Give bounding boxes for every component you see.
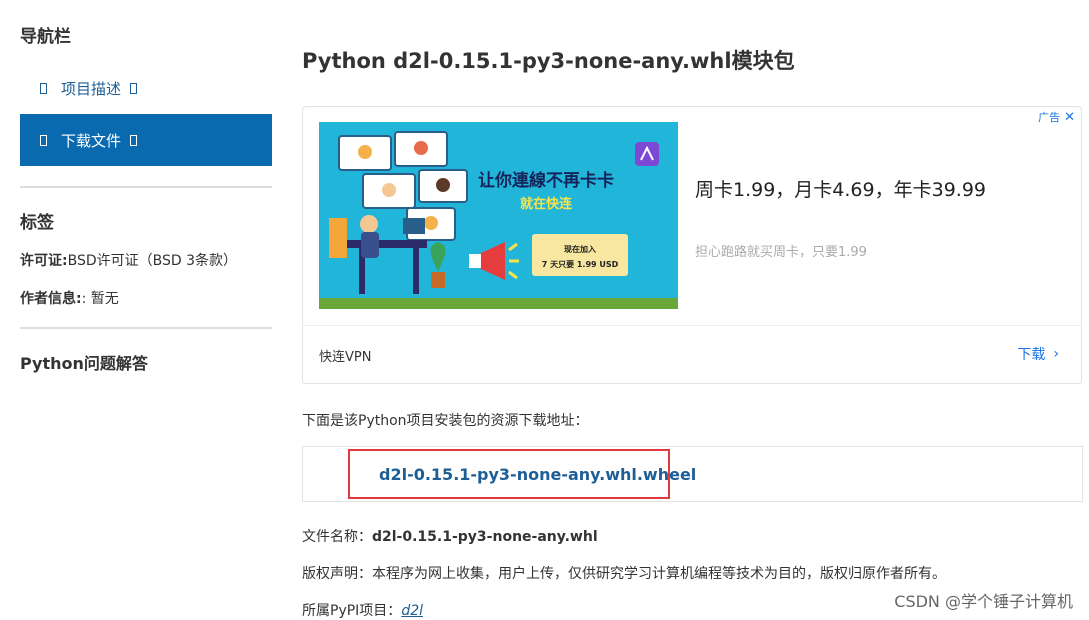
ad-promo-line1: 现在加入 — [564, 244, 596, 254]
sidebar-item-label: 项目描述 — [61, 79, 122, 98]
license-tag: 许可证:BSD许可证（BSD 3条款） — [20, 250, 237, 270]
pypi-row: 所属PyPI项目：d2l — [302, 600, 423, 620]
license-value: BSD许可证（BSD 3条款） — [67, 253, 238, 269]
ad-headline[interactable]: 周卡1.99，月卡4.69，年卡39.99 — [695, 175, 986, 202]
ad-image[interactable]: 让你連線不再卡卡 就在快连 现在加入 7 天只要 1.99 USD — [319, 122, 678, 309]
file-name-row: 文件名称：d2l-0.15.1-py3-none-any.whl — [302, 526, 598, 546]
ad-badge[interactable]: 广告 ✕ — [1038, 109, 1075, 125]
app-logo-icon — [635, 142, 659, 166]
file-name-value: d2l-0.15.1-py3-none-any.whl — [372, 529, 598, 545]
arrow-icon — [130, 134, 138, 146]
sidebar: 导航栏 项目描述 下载文件 标签 许可证:BSD许可证（BSD 3条款） 作者信… — [0, 0, 290, 620]
download-icon — [40, 134, 47, 146]
divider — [303, 325, 1081, 326]
copyright-row: 版权声明：本程序为网上收集，用户上传，仅供研究学习计算机编程等技术为目的，版权归… — [302, 563, 946, 583]
sidebar-item-label: 下载文件 — [61, 131, 122, 150]
ad-promo-line2: 7 天只要 1.99 USD — [542, 260, 619, 269]
ad-download-button[interactable]: 下载 › — [1017, 344, 1059, 364]
file-name-label: 文件名称： — [302, 529, 372, 545]
ad-illustration: 让你連線不再卡卡 就在快连 现在加入 7 天只要 1.99 USD — [319, 122, 678, 309]
watermark: CSDN @学个锤子计算机 — [894, 592, 1073, 611]
author-value: : 暂无 — [81, 291, 119, 307]
author-key: 作者信息: — [20, 291, 82, 307]
license-key: 许可证: — [20, 253, 68, 269]
ad-image-subtitle: 就在快连 — [520, 196, 573, 212]
page-title: Python d2l-0.15.1-py3-none-any.whl模块包 — [302, 49, 795, 73]
divider — [20, 327, 272, 329]
author-tag: 作者信息:: 暂无 — [20, 288, 119, 308]
divider — [20, 186, 272, 188]
download-intro: 下面是该Python项目安装包的资源下载地址： — [302, 413, 589, 429]
ad-download-label: 下载 — [1017, 347, 1046, 363]
download-card: d2l-0.15.1-py3-none-any.whl.wheel — [302, 446, 1083, 502]
python-qa-link[interactable]: Python问题解答 — [20, 350, 148, 374]
arrow-icon — [130, 82, 138, 94]
doc-icon — [40, 82, 47, 94]
ad-image-title: 让你連線不再卡卡 — [478, 170, 614, 191]
sidebar-title: 导航栏 — [20, 27, 71, 47]
close-icon[interactable]: ✕ — [1064, 110, 1075, 125]
ad-brand: 快连VPN — [319, 350, 372, 365]
ad-subtext: 担心跑路就买周卡，只要1.99 — [695, 245, 867, 260]
pypi-label: 所属PyPI项目： — [302, 603, 402, 619]
chevron-right-icon: › — [1053, 346, 1059, 362]
copyright-label: 版权声明： — [302, 566, 372, 582]
tags-title: 标签 — [20, 213, 54, 233]
ad-card[interactable]: 广告 ✕ 让你連線不再卡卡 就在快连 现在加入 7 天只要 1.99 USD 周… — [302, 106, 1082, 384]
sidebar-item-project-description[interactable]: 项目描述 — [20, 62, 272, 114]
download-link[interactable]: d2l-0.15.1-py3-none-any.whl.wheel — [379, 465, 696, 484]
sidebar-item-download-files[interactable]: 下载文件 — [20, 114, 272, 166]
pypi-project-link[interactable]: d2l — [401, 603, 423, 619]
ad-label: 广告 — [1038, 111, 1061, 124]
copyright-text: 本程序为网上收集，用户上传，仅供研究学习计算机编程等技术为目的，版权归原作者所有… — [372, 566, 946, 582]
main-content: Python d2l-0.15.1-py3-none-any.whl模块包 广告… — [302, 0, 1089, 620]
